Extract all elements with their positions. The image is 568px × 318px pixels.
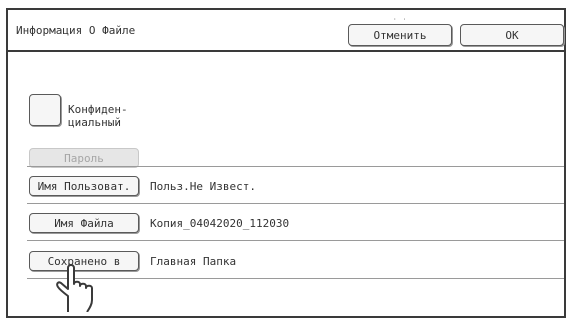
user-name-button[interactable]: Имя Пользоват. bbox=[29, 176, 139, 196]
title-bar: Информация О Файле ·· Отменить OK bbox=[8, 10, 564, 52]
divider bbox=[27, 240, 564, 241]
password-button[interactable]: Пароль bbox=[29, 148, 139, 168]
user-name-value: Польз.Не Извест. bbox=[150, 180, 256, 193]
divider bbox=[27, 203, 564, 204]
pointing-hand-icon bbox=[56, 264, 93, 312]
dialog-title: Информация О Файле bbox=[16, 24, 136, 37]
ok-button[interactable]: OK bbox=[460, 24, 564, 46]
indicator-dots: ·· bbox=[393, 16, 413, 23]
confidential-checkbox[interactable] bbox=[29, 94, 61, 126]
stored-to-value: Главная Папка bbox=[150, 255, 237, 268]
file-name-button[interactable]: Имя Файла bbox=[29, 213, 139, 233]
cancel-button[interactable]: Отменить bbox=[348, 24, 452, 46]
file-name-value: Копия_04042020_112030 bbox=[150, 217, 290, 230]
confidential-label: Конфиден- циальный bbox=[68, 103, 128, 129]
divider bbox=[27, 166, 564, 167]
